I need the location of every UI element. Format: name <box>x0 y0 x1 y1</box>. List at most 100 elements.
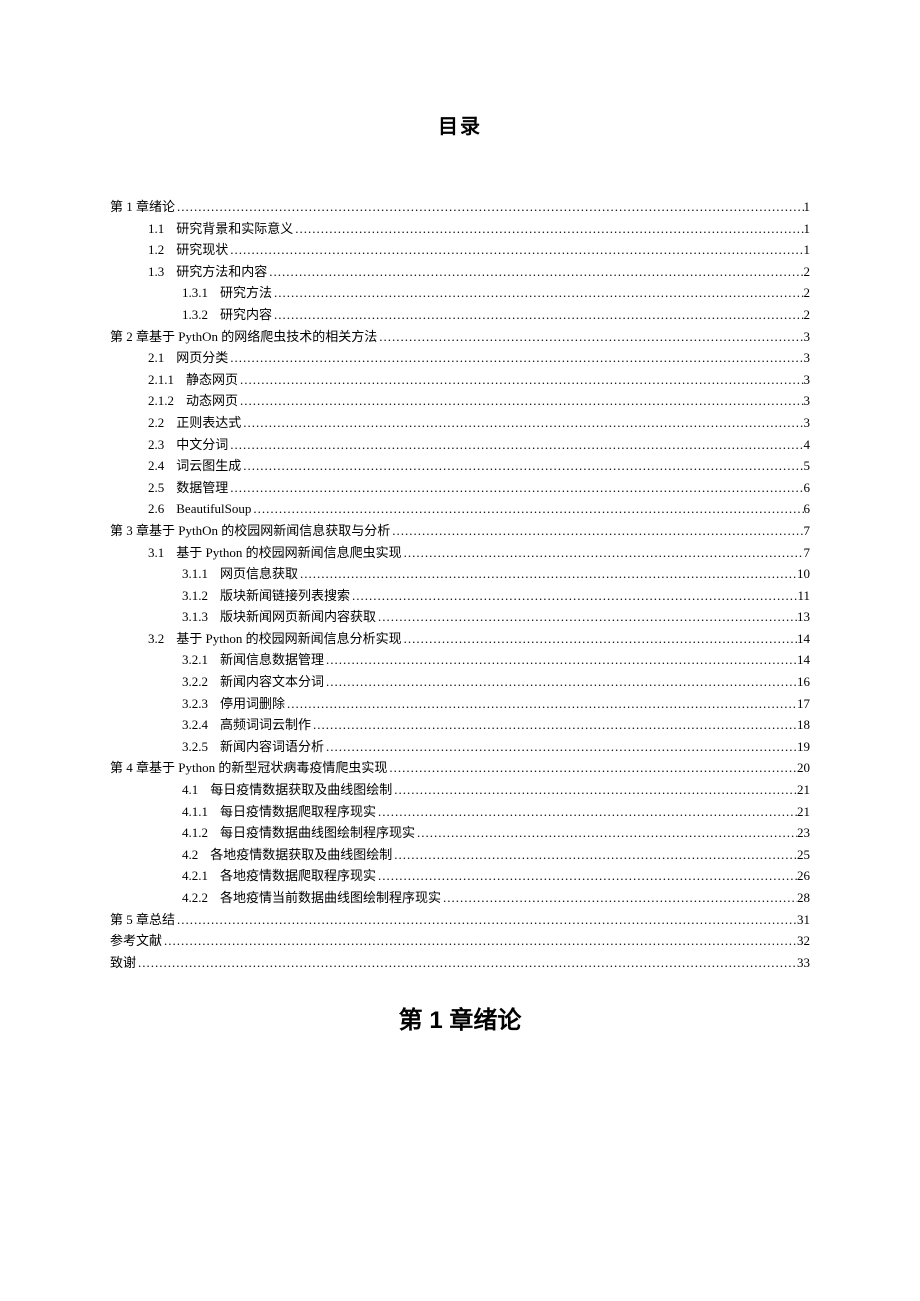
toc-entry-label: 新闻内容词语分析 <box>208 739 324 755</box>
toc-entry: 4.2.2各地疫情当前数据曲线图绘制程序现实..................… <box>110 890 810 906</box>
toc-leader-dots: ........................................… <box>377 329 803 345</box>
toc-entry-page: 14 <box>797 631 810 647</box>
toc-leader-dots: ........................................… <box>441 890 797 906</box>
toc-entry-page: 18 <box>797 717 810 733</box>
toc-leader-dots: ........................................… <box>402 631 797 647</box>
toc-entry-label: 正则表达式 <box>164 415 241 431</box>
toc-entry-page: 32 <box>797 933 810 949</box>
toc-leader-dots: ........................................… <box>228 437 803 453</box>
toc-entry-number: 1.3.1 <box>182 285 208 301</box>
toc-entry: 2.1.2动态网页...............................… <box>110 393 810 409</box>
toc-entry-label: 词云图生成 <box>164 458 241 474</box>
toc-entry-label: 各地疫情数据爬取程序现实 <box>208 868 376 884</box>
toc-entry: 第 4 章基于 Python 的新型冠状病毒疫情爬虫实现............… <box>110 760 810 776</box>
toc-entry-number: 3.1.3 <box>182 609 208 625</box>
toc-entry-label: 每日疫情数据曲线图绘制程序现实 <box>208 825 415 841</box>
toc-entry-number: 2.5 <box>148 480 164 496</box>
toc-entry-label: 网页信息获取 <box>208 566 298 582</box>
toc-entry: 2.3中文分词.................................… <box>110 437 810 453</box>
toc-entry-number: 1.3.2 <box>182 307 208 323</box>
toc-leader-dots: ........................................… <box>241 458 803 474</box>
toc-entry: 1.3.1研究方法...............................… <box>110 285 810 301</box>
toc-entry: 3.2.3停用词删除..............................… <box>110 696 810 712</box>
toc-entry: 4.2各地疫情数据获取及曲线图绘制.......................… <box>110 847 810 863</box>
toc-entry-page: 7 <box>804 545 811 561</box>
toc-entry-label: 版块新闻链接列表搜索 <box>208 588 350 604</box>
toc-entry-page: 20 <box>797 760 810 776</box>
toc-entry-label: 基于 Python 的校园网新闻信息爬虫实现 <box>164 545 401 561</box>
toc-entry-number: 3.2.2 <box>182 674 208 690</box>
toc-leader-dots: ........................................… <box>136 955 797 971</box>
toc-entry-page: 21 <box>797 782 810 798</box>
toc-entry: 1.3.2研究内容...............................… <box>110 307 810 323</box>
toc-entry-label: 第 5 章总结 <box>110 912 175 928</box>
toc-leader-dots: ........................................… <box>350 588 797 604</box>
toc-entry-label: 动态网页 <box>174 393 238 409</box>
toc-entry: 2.1.1静态网页...............................… <box>110 372 810 388</box>
toc-entry-label: 各地疫情当前数据曲线图绘制程序现实 <box>208 890 441 906</box>
toc-entry-page: 7 <box>804 523 811 539</box>
toc-entry-page: 3 <box>804 372 811 388</box>
toc-title: 目录 <box>110 110 810 139</box>
toc-entry-number: 3.1.1 <box>182 566 208 582</box>
toc-entry-page: 31 <box>797 912 810 928</box>
toc-leader-dots: ........................................… <box>390 523 803 539</box>
toc-leader-dots: ........................................… <box>376 868 797 884</box>
toc-leader-dots: ........................................… <box>267 264 803 280</box>
toc-entry-label: 每日疫情数据爬取程序现实 <box>208 804 376 820</box>
toc-leader-dots: ........................................… <box>392 847 797 863</box>
toc-leader-dots: ........................................… <box>376 804 797 820</box>
toc-entry: 3.2.4高频词词云制作............................… <box>110 717 810 733</box>
toc-entry-label: 网页分类 <box>164 350 228 366</box>
toc-leader-dots: ........................................… <box>162 933 797 949</box>
toc-entry-label: 基于 Python 的校园网新闻信息分析实现 <box>164 631 401 647</box>
toc-entry-number: 3.1.2 <box>182 588 208 604</box>
toc-entry-page: 11 <box>797 588 810 604</box>
toc-entry-label: 研究背景和实际意义 <box>164 221 293 237</box>
toc-leader-dots: ........................................… <box>298 566 797 582</box>
toc-leader-dots: ........................................… <box>272 307 803 323</box>
toc-entry: 第 5 章总结.................................… <box>110 912 810 928</box>
toc-entry-number: 3.2 <box>148 631 164 647</box>
toc-entry-page: 3 <box>804 350 811 366</box>
toc-leader-dots: ........................................… <box>175 199 803 215</box>
toc-entry: 3.1.3版块新闻网页新闻内容获取.......................… <box>110 609 810 625</box>
toc-entry-page: 17 <box>797 696 810 712</box>
toc-leader-dots: ........................................… <box>228 480 803 496</box>
toc-entry-page: 25 <box>797 847 810 863</box>
toc-entry: 3.2基于 Python 的校园网新闻信息分析实现...............… <box>110 631 810 647</box>
toc-leader-dots: ........................................… <box>251 501 803 517</box>
toc-entry: 3.2.5新闻内容词语分析...........................… <box>110 739 810 755</box>
toc-leader-dots: ........................................… <box>238 372 803 388</box>
toc-leader-dots: ........................................… <box>387 760 797 776</box>
toc-entry-page: 16 <box>797 674 810 690</box>
toc-entry: 2.1网页分类.................................… <box>110 350 810 366</box>
toc-entry: 致谢......................................… <box>110 955 810 971</box>
toc-entry: 1.3研究方法和内容..............................… <box>110 264 810 280</box>
toc-entry-number: 4.2.1 <box>182 868 208 884</box>
toc-entry-label: 第 3 章基于 PythOn 的校园网新闻信息获取与分析 <box>110 523 390 539</box>
toc-entry-label: 研究现状 <box>164 242 228 258</box>
toc-entry: 1.2研究现状.................................… <box>110 242 810 258</box>
toc-leader-dots: ........................................… <box>238 393 803 409</box>
toc-entry-page: 14 <box>797 652 810 668</box>
toc-entry-label: 研究方法 <box>208 285 272 301</box>
toc-entry: 参考文献....................................… <box>110 933 810 949</box>
toc-entry-number: 4.2.2 <box>182 890 208 906</box>
toc-entry: 2.6BeautifulSoup........................… <box>110 501 810 517</box>
toc-entry: 3.2.1新闻信息数据管理...........................… <box>110 652 810 668</box>
toc-entry-label: 致谢 <box>110 955 136 971</box>
toc-entry: 3.1.1网页信息获取.............................… <box>110 566 810 582</box>
toc-entry-number: 3.2.1 <box>182 652 208 668</box>
chapter-heading: 第 1 章绪论 <box>110 1000 810 1035</box>
toc-entry-label: 各地疫情数据获取及曲线图绘制 <box>198 847 392 863</box>
toc-entry: 4.1每日疫情数据获取及曲线图绘制.......................… <box>110 782 810 798</box>
toc-entry-number: 4.1.1 <box>182 804 208 820</box>
toc-entry-page: 13 <box>797 609 810 625</box>
toc-entry-label: 数据管理 <box>164 480 228 496</box>
toc-entry-number: 3.1 <box>148 545 164 561</box>
toc-entry-page: 1 <box>804 242 811 258</box>
toc-entry-number: 2.1 <box>148 350 164 366</box>
toc-entry-label: 高频词词云制作 <box>208 717 311 733</box>
toc-leader-dots: ........................................… <box>324 739 797 755</box>
